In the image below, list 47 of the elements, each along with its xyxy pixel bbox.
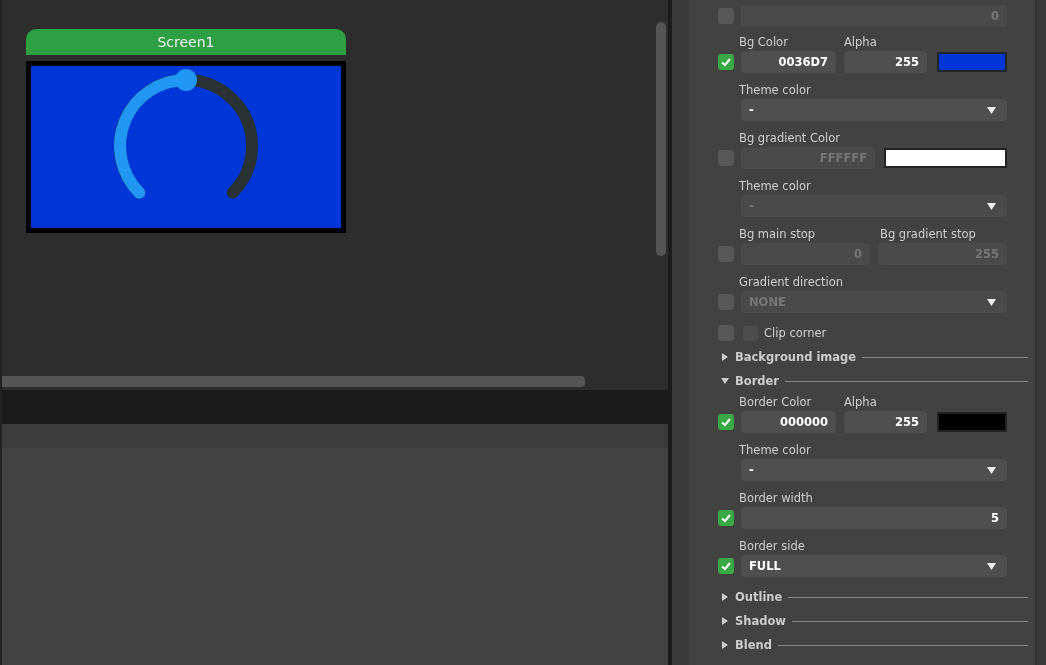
- checkbox[interactable]: [718, 414, 734, 430]
- dropdown[interactable]: FULL: [741, 555, 1007, 577]
- dropdown[interactable]: -: [741, 99, 1007, 121]
- checkbox[interactable]: [718, 558, 734, 574]
- checkbox-label: Clip corner: [764, 326, 827, 340]
- vertical-scrollbar[interactable]: [656, 22, 666, 256]
- hex-field[interactable]: 0036D7: [741, 51, 836, 73]
- caret-icon: [987, 298, 996, 306]
- checkbox[interactable]: [718, 510, 734, 526]
- dropdown[interactable]: -: [741, 459, 1007, 481]
- section-title[interactable]: Border: [735, 374, 780, 388]
- field-label: Bg main stop: [739, 227, 816, 241]
- caret-icon: [987, 466, 996, 474]
- field-label: Border side: [739, 539, 805, 553]
- field-label: Alpha: [844, 35, 877, 49]
- field-label: Theme color: [739, 179, 811, 193]
- expand-triangle-icon[interactable]: [721, 617, 729, 625]
- section-title[interactable]: Background image: [735, 350, 857, 364]
- field-label: Border width: [739, 491, 813, 505]
- color-swatch[interactable]: [937, 412, 1007, 432]
- field-label: Bg gradient Color: [739, 131, 840, 145]
- checkbox[interactable]: [718, 54, 734, 70]
- alpha-field[interactable]: 255: [844, 411, 927, 433]
- section-title[interactable]: Shadow: [735, 614, 786, 628]
- section-title[interactable]: Blend: [735, 638, 772, 652]
- field-label: Border Color: [739, 395, 812, 409]
- expand-triangle-icon[interactable]: [721, 353, 729, 361]
- alpha-field[interactable]: 255: [844, 51, 927, 73]
- field-label: Theme color: [739, 443, 811, 457]
- expand-triangle-icon[interactable]: [721, 593, 729, 601]
- caret-icon: [987, 202, 996, 210]
- expand-triangle-icon[interactable]: [721, 641, 729, 649]
- caret-icon: [987, 562, 996, 570]
- field-label: Theme color: [739, 83, 811, 97]
- section-title[interactable]: Outline: [735, 590, 783, 604]
- field-label: Gradient direction: [739, 275, 844, 289]
- color-swatch[interactable]: [937, 52, 1007, 72]
- hex-field[interactable]: 000000: [741, 411, 836, 433]
- horizontal-scrollbar[interactable]: [2, 376, 585, 387]
- caret-icon: [987, 106, 996, 114]
- expand-triangle-icon[interactable]: [721, 377, 729, 385]
- color-swatch[interactable]: [884, 148, 1007, 168]
- arc-gauge[interactable]: [114, 69, 258, 199]
- field-label: Alpha: [844, 395, 877, 409]
- field-label: Bg gradient stop: [880, 227, 976, 241]
- field-label: Bg Color: [739, 35, 788, 49]
- number-field[interactable]: 5: [741, 507, 1007, 529]
